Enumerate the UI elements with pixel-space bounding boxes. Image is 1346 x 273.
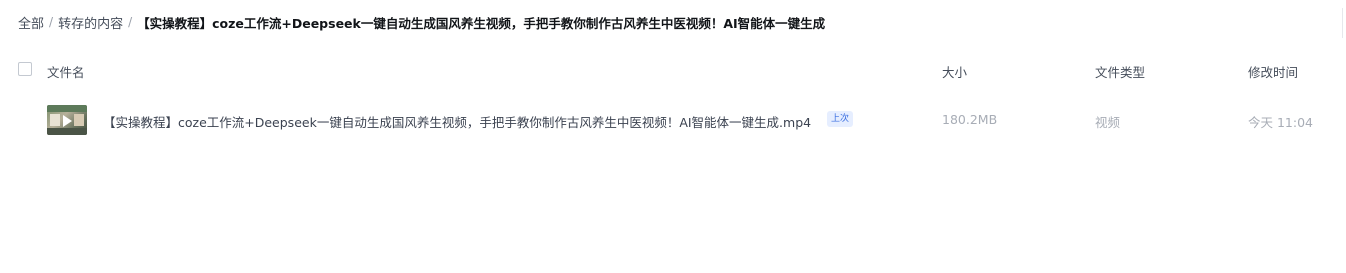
header-file-type[interactable]: 文件类型 — [1095, 62, 1145, 81]
last-opened-badge: 上次 — [827, 111, 854, 127]
breadcrumb-parent-link[interactable]: 转存的内容 — [58, 13, 123, 32]
play-icon — [63, 115, 72, 127]
breadcrumb-root-link[interactable]: 全部 — [18, 13, 44, 32]
video-thumbnail-icon[interactable] — [47, 105, 87, 135]
select-all-checkbox[interactable] — [18, 62, 32, 76]
header-modified-time[interactable]: 修改时间 — [1248, 62, 1298, 81]
breadcrumb-current-folder: 【实操教程】coze工作流+Deepseek一键自动生成国风养生视频，手把手教你… — [137, 15, 826, 31]
table-header: 文件名 大小 文件类型 修改时间 — [0, 58, 1346, 84]
table-row[interactable]: 【实操教程】coze工作流+Deepseek一键自动生成国风养生视频，手把手教你… — [0, 100, 1346, 140]
file-name-link[interactable]: 【实操教程】coze工作流+Deepseek一键自动生成国风养生视频，手把手教你… — [103, 112, 811, 131]
panel-edge-divider — [1342, 8, 1346, 38]
modified-time: 今天 11:04 — [1248, 115, 1313, 130]
file-type: 视频 — [1095, 115, 1121, 130]
breadcrumb-separator: / — [128, 15, 133, 29]
file-size: 180.2MB — [942, 112, 998, 127]
header-file-name[interactable]: 文件名 — [47, 62, 85, 81]
breadcrumb: 全部 / 转存的内容 / 【实操教程】coze工作流+Deepseek一键自动生… — [18, 12, 825, 32]
breadcrumb-separator: / — [49, 15, 54, 29]
header-size[interactable]: 大小 — [942, 62, 967, 81]
